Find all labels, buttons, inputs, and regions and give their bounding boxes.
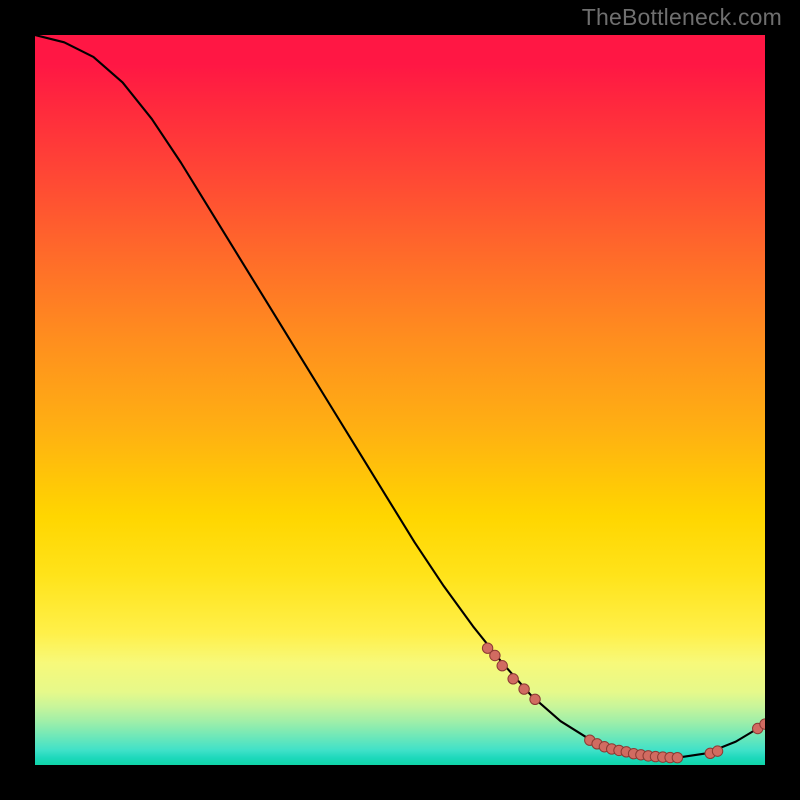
data-point bbox=[490, 650, 500, 660]
data-point bbox=[497, 661, 507, 671]
chart-svg bbox=[35, 35, 765, 765]
data-point bbox=[530, 694, 540, 704]
watermark-text: TheBottleneck.com bbox=[582, 4, 782, 31]
data-point bbox=[672, 753, 682, 763]
bottleneck-curve bbox=[35, 35, 765, 758]
chart-plot-area bbox=[35, 35, 765, 765]
data-point bbox=[519, 684, 529, 694]
data-point bbox=[712, 746, 722, 756]
data-point bbox=[508, 674, 518, 684]
data-point-markers bbox=[482, 643, 765, 763]
